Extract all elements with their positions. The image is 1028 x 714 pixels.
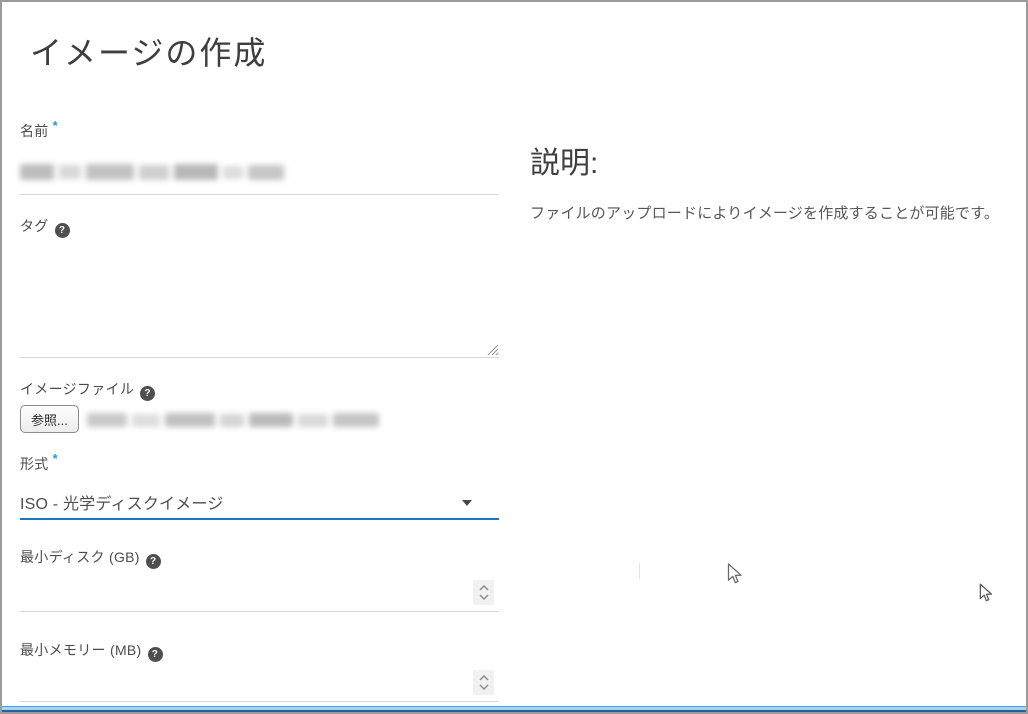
min-ram-label-text: 最小メモリー (MB) <box>20 642 142 658</box>
format-underline-focused <box>20 518 499 520</box>
name-value-redacted <box>20 160 284 184</box>
min-disk-stepper[interactable] <box>473 580 494 605</box>
create-image-dialog: イメージの作成 名前 * タグ? イメージファイル? 参照... 形式 * ISO … <box>0 0 1028 714</box>
min-disk-label: 最小ディスク (GB)? <box>20 547 161 569</box>
faint-line-artifact <box>639 563 640 579</box>
help-icon[interactable]: ? <box>140 386 156 401</box>
help-icon[interactable]: ? <box>147 647 163 662</box>
tags-label: タグ? <box>20 216 70 238</box>
tags-textarea[interactable] <box>20 242 499 357</box>
min-ram-underline <box>20 701 499 702</box>
mouse-cursor-icon <box>979 583 995 609</box>
help-heading: 説明: <box>530 147 599 180</box>
bottom-blue-divider <box>2 706 1026 712</box>
spinner-arrows-icon <box>478 674 489 691</box>
format-selected-value: ISO - 光学ディスクイメージ <box>20 496 224 513</box>
required-asterisk: * <box>52 118 58 133</box>
resize-handle-icon[interactable] <box>484 341 499 361</box>
min-ram-input[interactable] <box>20 666 470 698</box>
browse-button-label: 参照... <box>31 412 68 428</box>
format-label-text: 形式 <box>20 456 49 472</box>
min-disk-underline <box>20 611 499 612</box>
name-label: 名前 * <box>20 118 58 141</box>
min-ram-stepper[interactable] <box>473 670 494 695</box>
chevron-down-icon <box>462 500 472 506</box>
help-text: ファイルのアップロードによりイメージを作成することが可能です。 <box>530 205 1000 222</box>
browse-button[interactable]: 参照... <box>20 405 79 433</box>
help-icon[interactable]: ? <box>145 554 161 569</box>
tags-label-text: タグ <box>20 218 49 234</box>
required-asterisk: * <box>52 451 58 466</box>
file-name-redacted <box>87 410 379 430</box>
page-title: イメージの作成 <box>30 35 268 71</box>
min-disk-label-text: 最小ディスク (GB) <box>20 549 140 565</box>
image-file-label: イメージファイル? <box>20 379 156 401</box>
mouse-cursor-icon <box>727 563 745 591</box>
image-file-label-text: イメージファイル <box>20 381 135 397</box>
format-select[interactable]: ISO - 光学ディスクイメージ <box>20 490 499 516</box>
name-underline <box>20 194 499 195</box>
spinner-arrows-icon <box>478 584 489 601</box>
help-icon[interactable]: ? <box>54 223 70 238</box>
min-disk-input[interactable] <box>20 576 470 608</box>
name-label-text: 名前 <box>20 123 49 139</box>
format-label: 形式 * <box>20 451 58 474</box>
min-ram-label: 最小メモリー (MB)? <box>20 640 163 662</box>
tags-underline <box>20 357 499 358</box>
